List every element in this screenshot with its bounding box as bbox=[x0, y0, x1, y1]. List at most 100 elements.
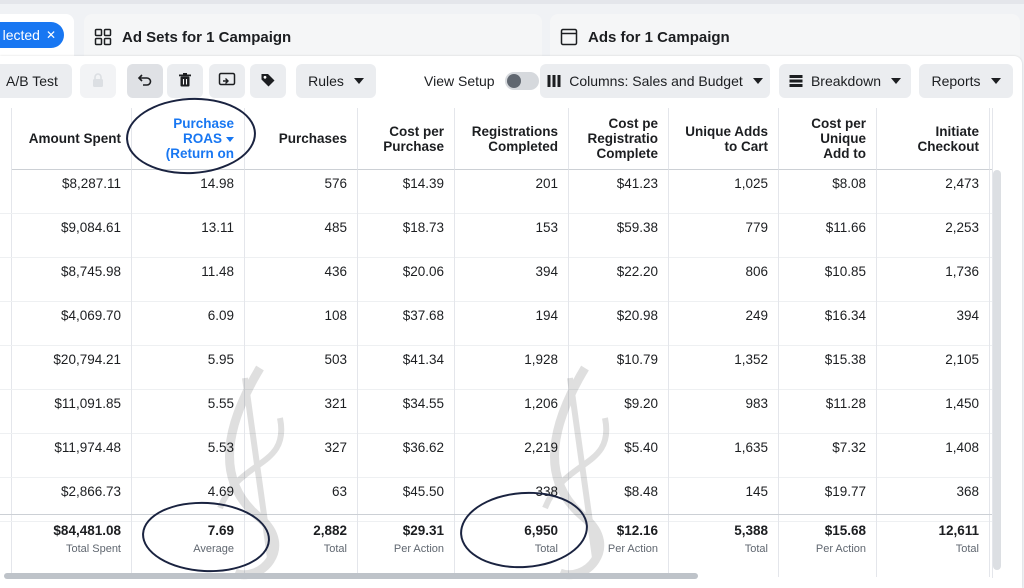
breakdown-label: Breakdown bbox=[810, 73, 882, 89]
column-header-purchases[interactable]: Purchases bbox=[245, 108, 358, 170]
table-cell-cost-per-purchase: $18.73 bbox=[358, 214, 455, 258]
table-cell-cost-per-unique-add: $11.28 bbox=[779, 390, 877, 434]
table-cell-purchases: 485 bbox=[245, 214, 358, 258]
column-header-cost-per-registration[interactable]: Cost pe Registratio Complete bbox=[569, 108, 669, 170]
tab-ad-sets[interactable]: Ad Sets for 1 Campaign bbox=[84, 14, 542, 60]
table-cell-cost-per-registration: $20.98 bbox=[569, 302, 669, 346]
vertical-scroll-thumb[interactable] bbox=[993, 170, 1001, 570]
totals-cell-amount-spent: $84,481.08 Total Spent bbox=[12, 515, 132, 577]
tab-ads-title: Ads for 1 Campaign bbox=[588, 28, 730, 46]
columns-icon bbox=[547, 74, 561, 88]
table-cell-purchase-roas: 14.98 bbox=[132, 170, 245, 214]
table-cell-cost-per-purchase: $20.06 bbox=[358, 258, 455, 302]
horizontal-scrollbar[interactable] bbox=[0, 571, 1022, 583]
selected-filter-pill[interactable]: lected ✕ bbox=[0, 22, 64, 48]
view-setup-toggle[interactable] bbox=[504, 72, 539, 90]
delete-button[interactable] bbox=[167, 64, 203, 98]
rules-dropdown[interactable]: Rules bbox=[296, 64, 376, 98]
column-header-cost-per-purchase[interactable]: Cost per Purchase bbox=[358, 108, 455, 170]
table-cell-amount-spent: $11,091.85 bbox=[12, 390, 132, 434]
column-header-label: Registrations Completed bbox=[471, 123, 558, 154]
table-cell-amount-spent: $20,794.21 bbox=[12, 346, 132, 390]
table-cell-initiate-checkout: 394 bbox=[877, 302, 990, 346]
table-cell-registrations-completed: 2,219 bbox=[455, 434, 569, 478]
table-cell-cost-per-purchase: $37.68 bbox=[358, 302, 455, 346]
table-cell-cost-per-purchase: $14.39 bbox=[358, 170, 455, 214]
table-cell-initiate-checkout: 2,473 bbox=[877, 170, 990, 214]
table-cell-cost-per-registration: $5.40 bbox=[569, 434, 669, 478]
table-cell-purchase-roas: 5.55 bbox=[132, 390, 245, 434]
table-cell-cost-per-unique-add: $8.08 bbox=[779, 170, 877, 214]
table-cell-unique-adds-to-cart: 1,352 bbox=[669, 346, 779, 390]
export-button[interactable] bbox=[209, 64, 245, 98]
table-cell-unique-adds-to-cart: 806 bbox=[669, 258, 779, 302]
lock-button[interactable] bbox=[80, 64, 116, 98]
total-label: Total bbox=[323, 543, 347, 555]
table-cell-cost-per-registration: $41.23 bbox=[569, 170, 669, 214]
totals-cell-purchase-roas: 7.69 Average bbox=[132, 515, 245, 577]
close-icon[interactable]: ✕ bbox=[46, 28, 56, 42]
table-cell-registrations-completed: 1,928 bbox=[455, 346, 569, 390]
undo-button[interactable] bbox=[127, 64, 163, 98]
undo-icon bbox=[137, 72, 153, 91]
table-cell-purchases: 321 bbox=[245, 390, 358, 434]
table-cell-amount-spent: $8,287.11 bbox=[12, 170, 132, 214]
table-cell-cost-per-unique-add: $16.34 bbox=[779, 302, 877, 346]
total-label: Total Spent bbox=[65, 543, 121, 555]
total-label: Total bbox=[534, 543, 558, 555]
table-cell-purchase-roas: 5.95 bbox=[132, 346, 245, 390]
column-header-initiate-checkout[interactable]: Initiate Checkout bbox=[877, 108, 990, 170]
table-cell-amount-spent: $4,069.70 bbox=[12, 302, 132, 346]
total-label: Per Action bbox=[393, 543, 444, 555]
tab-ad-sets-title: Ad Sets for 1 Campaign bbox=[122, 28, 292, 46]
ad-window-icon bbox=[560, 28, 578, 46]
tag-button[interactable] bbox=[250, 64, 286, 98]
table-cell-initiate-checkout: 2,105 bbox=[877, 346, 990, 390]
table-cell-purchases: 327 bbox=[245, 434, 358, 478]
table-cell-purchases: 576 bbox=[245, 170, 358, 214]
reports-dropdown[interactable]: Reports bbox=[919, 64, 1013, 98]
view-setup-label: View Setup bbox=[424, 73, 495, 89]
total-value: $15.68 bbox=[824, 523, 866, 538]
column-header-registrations-completed[interactable]: Registrations Completed bbox=[455, 108, 569, 170]
table-cell-cost-per-registration: $22.20 bbox=[569, 258, 669, 302]
sort-descending-icon bbox=[226, 136, 234, 142]
total-value: 5,388 bbox=[734, 523, 768, 538]
column-header-label: Initiate Checkout bbox=[917, 123, 979, 154]
column-header-purchase-roas[interactable]: Purchase ROAS (Return on bbox=[132, 108, 245, 170]
table-cell-unique-adds-to-cart: 1,635 bbox=[669, 434, 779, 478]
tab-bar: lected ✕ Ad Sets for 1 Campaign Ads for … bbox=[0, 0, 1024, 60]
table-cell-amount-spent: $8,745.98 bbox=[12, 258, 132, 302]
totals-cell-initiate-checkout: 12,611 Total bbox=[877, 515, 990, 577]
ab-test-button[interactable]: A/B Test bbox=[0, 64, 72, 98]
totals-cell-cost-per-purchase: $29.31 Per Action bbox=[358, 515, 455, 577]
toggle-knob bbox=[506, 74, 521, 88]
row-select-column bbox=[0, 108, 12, 578]
table-cell-registrations-completed: 201 bbox=[455, 170, 569, 214]
total-label: Total bbox=[955, 543, 979, 555]
tab-ads[interactable]: Ads for 1 Campaign bbox=[550, 14, 1020, 60]
breakdown-dropdown[interactable]: Breakdown bbox=[779, 64, 911, 98]
column-header-label: Cost pe Registratio Complete bbox=[587, 116, 658, 161]
ads-manager-panel: A/B Test Rules View Setup Columns: Sales… bbox=[0, 56, 1022, 588]
column-header-cost-per-unique-add[interactable]: Cost per Unique Add to bbox=[779, 108, 877, 170]
total-value: $84,481.08 bbox=[53, 523, 121, 538]
table-cell-registrations-completed: 194 bbox=[455, 302, 569, 346]
column-header-amount-spent[interactable]: Amount Spent bbox=[12, 108, 132, 170]
table-cell-registrations-completed: 153 bbox=[455, 214, 569, 258]
vertical-scrollbar[interactable] bbox=[992, 108, 1022, 578]
table-cell-cost-per-unique-add: $15.38 bbox=[779, 346, 877, 390]
ab-test-label: A/B Test bbox=[6, 73, 58, 89]
horizontal-scroll-thumb[interactable] bbox=[4, 573, 698, 579]
table-cell-initiate-checkout: 2,253 bbox=[877, 214, 990, 258]
column-header-unique-adds-to-cart[interactable]: Unique Adds to Cart bbox=[669, 108, 779, 170]
total-value: 6,950 bbox=[524, 523, 558, 538]
results-table: Amount Spent Purchase ROAS (Return on Purcha… bbox=[0, 108, 1022, 580]
lock-icon bbox=[91, 72, 105, 91]
top-strip bbox=[0, 0, 1024, 4]
table-cell-cost-per-unique-add: $11.66 bbox=[779, 214, 877, 258]
totals-cell-purchases: 2,882 Total bbox=[245, 515, 358, 577]
table-cell-amount-spent: $11,974.48 bbox=[12, 434, 132, 478]
column-header-label: Purchase ROAS (Return on bbox=[165, 116, 234, 161]
columns-dropdown[interactable]: Columns: Sales and Budget bbox=[540, 64, 770, 98]
